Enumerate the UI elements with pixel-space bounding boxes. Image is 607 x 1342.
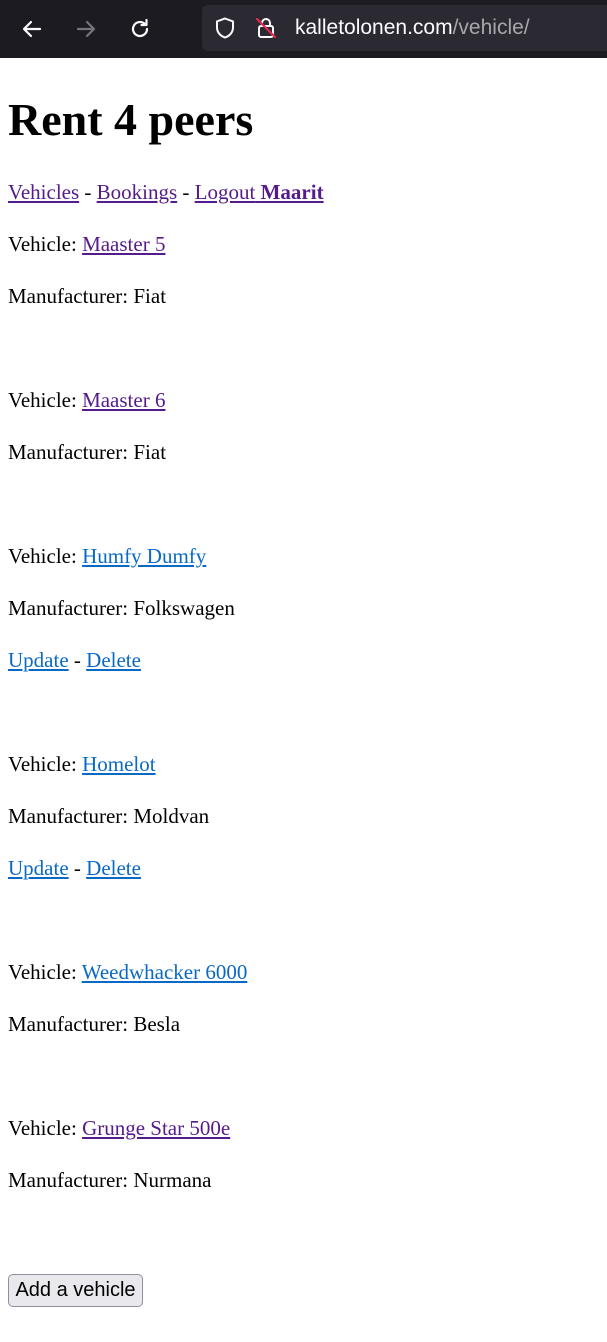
manufacturer-row: Manufacturer: Moldvan — [8, 804, 209, 828]
update-link[interactable]: Update — [8, 648, 69, 672]
url-domain: kalletolonen.com — [295, 16, 453, 39]
nav-separator: - — [84, 180, 92, 204]
vehicle-label: Vehicle: — [8, 544, 83, 568]
action-separator: - — [73, 856, 81, 880]
manufacturer-value: Fiat — [133, 440, 167, 464]
url-text[interactable]: kalletolonen.com/vehicle/ — [295, 16, 530, 40]
vehicle-link[interactable]: Weedwhacker 6000 — [82, 960, 248, 984]
main-nav: Vehicles - Bookings - Logout Maarit — [8, 180, 324, 204]
manufacturer-row: Manufacturer: Besla — [8, 1012, 180, 1036]
logout-link[interactable]: Logout Maarit — [195, 180, 324, 204]
vehicle-actions: Update - Delete — [8, 648, 141, 672]
manufacturer-row: Manufacturer: Fiat — [8, 284, 166, 308]
vehicle-row: Vehicle: Maaster 5 — [8, 232, 165, 256]
manufacturer-row: Manufacturer: Fiat — [8, 440, 166, 464]
vehicle-row: Vehicle: Grunge Star 500e — [8, 1116, 230, 1140]
bookings-link[interactable]: Bookings — [97, 180, 178, 204]
url-path: /vehicle/ — [452, 16, 530, 39]
vehicle-row: Vehicle: Homelot — [8, 752, 156, 776]
vehicle-row: Vehicle: Maaster 6 — [8, 388, 165, 412]
vehicle-link[interactable]: Grunge Star 500e — [82, 1116, 230, 1140]
logged-in-user: Maarit — [260, 180, 324, 204]
manufacturer-label: Manufacturer: — [8, 440, 134, 464]
vehicles-link[interactable]: Vehicles — [8, 180, 79, 204]
manufacturer-label: Manufacturer: — [8, 1168, 134, 1192]
shield-icon[interactable] — [213, 16, 237, 40]
vehicle-link[interactable]: Maaster 5 — [82, 232, 165, 256]
manufacturer-value: Besla — [133, 1012, 181, 1036]
manufacturer-value: Moldvan — [133, 804, 210, 828]
logout-label: Logout — [194, 180, 256, 204]
manufacturer-value: Nurmana — [133, 1168, 212, 1192]
vehicle-label: Vehicle: — [8, 752, 83, 776]
update-link[interactable]: Update — [8, 856, 69, 880]
manufacturer-label: Manufacturer: — [8, 804, 134, 828]
back-arrow-icon[interactable] — [16, 13, 48, 45]
vehicle-label: Vehicle: — [8, 960, 82, 984]
browser-toolbar: kalletolonen.com/vehicle/ — [0, 0, 607, 58]
manufacturer-row: Manufacturer: Folkswagen — [8, 596, 235, 620]
page-title: Rent 4 peers — [8, 94, 254, 145]
vehicle-label: Vehicle: — [8, 232, 83, 256]
manufacturer-label: Manufacturer: — [8, 596, 134, 620]
delete-link[interactable]: Delete — [86, 856, 141, 880]
vehicle-link[interactable]: Homelot — [82, 752, 156, 776]
vehicle-actions: Update - Delete — [8, 856, 141, 880]
vehicle-row: Vehicle: Humfy Dumfy — [8, 544, 206, 568]
vehicle-label: Vehicle: — [8, 388, 83, 412]
forward-arrow-icon[interactable] — [70, 13, 102, 45]
vehicle-link[interactable]: Humfy Dumfy — [82, 544, 206, 568]
action-separator: - — [73, 648, 81, 672]
vehicle-label: Vehicle: — [8, 1116, 83, 1140]
add-vehicle-button[interactable]: Add a vehicle — [8, 1274, 143, 1307]
delete-link[interactable]: Delete — [86, 648, 141, 672]
reload-icon[interactable] — [124, 13, 156, 45]
manufacturer-label: Manufacturer: — [8, 284, 134, 308]
nav-separator: - — [182, 180, 190, 204]
vehicle-link[interactable]: Maaster 6 — [82, 388, 165, 412]
insecure-lock-icon[interactable] — [254, 16, 278, 40]
url-bar[interactable]: kalletolonen.com/vehicle/ — [202, 5, 607, 51]
manufacturer-value: Folkswagen — [133, 596, 235, 620]
manufacturer-value: Fiat — [133, 284, 167, 308]
manufacturer-row: Manufacturer: Nurmana — [8, 1168, 212, 1192]
vehicle-row: Vehicle: Weedwhacker 6000 — [8, 960, 247, 984]
manufacturer-label: Manufacturer: — [8, 1012, 134, 1036]
